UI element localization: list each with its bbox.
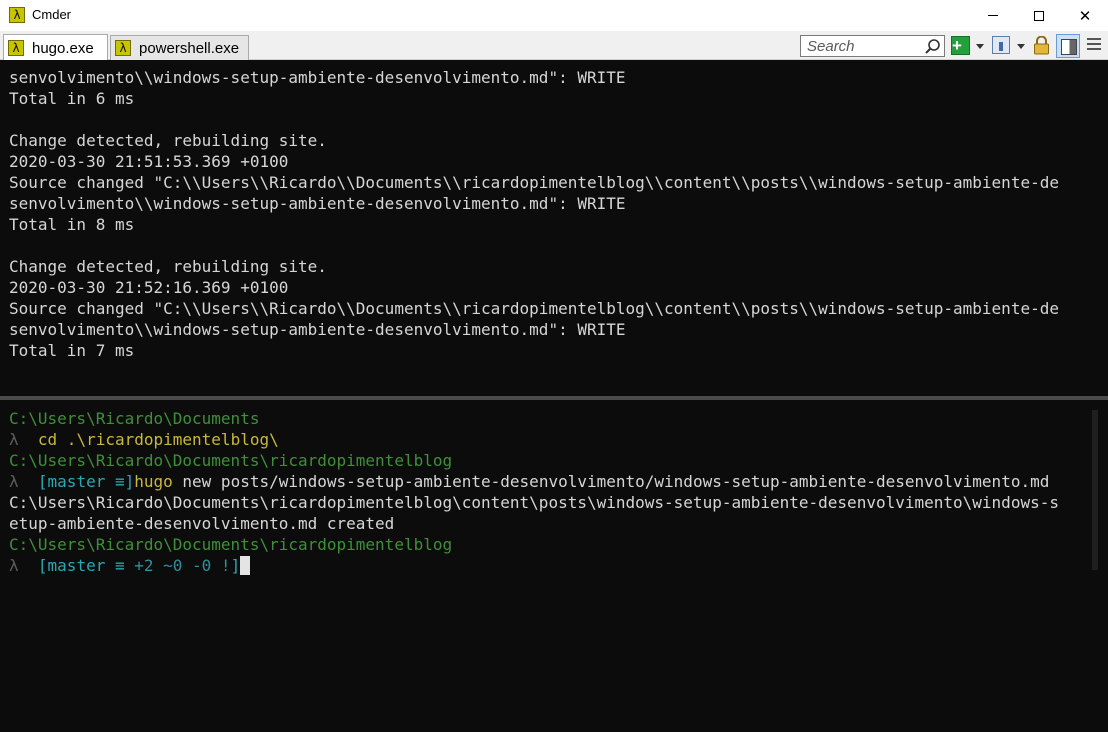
cmder-lambda-icon: λ [9, 7, 25, 23]
tab-label: powershell.exe [139, 39, 240, 57]
output-line: Total in 6 ms [9, 89, 135, 108]
prompt-path: C:\Users\Ricardo\Documents [9, 409, 260, 428]
lambda-icon: λ [115, 40, 131, 56]
close-icon: ✕ [1078, 6, 1092, 25]
output-line: senvolvimento\\windows-setup-ambiente-de… [9, 68, 626, 87]
maximize-button[interactable] [1016, 0, 1062, 31]
terminal-pane-top[interactable]: senvolvimento\\windows-setup-ambiente-de… [0, 60, 1108, 396]
output-line: Source changed "C:\\Users\\Ricardo\\Docu… [9, 173, 1059, 192]
scrollbar[interactable] [1092, 410, 1098, 570]
search-input[interactable] [801, 36, 919, 56]
command-line: λ [master ≡ +2 ~0 -0 !] [9, 555, 251, 576]
command-args: new posts/windows-setup-ambiente-desenvo… [172, 472, 1050, 491]
output-line: Total in 7 ms [9, 341, 135, 360]
text-cursor [240, 556, 251, 575]
output-line: C:\Users\Ricardo\Documents\ricardopiment… [9, 493, 1059, 512]
minimize-icon [988, 15, 998, 16]
git-status: +2 ~0 -0 ! [134, 556, 231, 575]
window-list-icon[interactable] [992, 36, 1010, 54]
tab-bar: λ hugo.exe λ powershell.exe + [0, 31, 1108, 61]
output-line: Change detected, rebuilding site. [9, 131, 327, 150]
prompt-symbol: λ [9, 472, 19, 491]
prompt-symbol: λ [9, 556, 19, 575]
split-panel-icon[interactable] [1056, 34, 1080, 58]
git-branch-close: ] [230, 556, 241, 575]
search-box [800, 35, 945, 57]
git-branch: [master ≡ [37, 556, 135, 575]
chevron-down-icon[interactable] [1017, 44, 1025, 49]
tab-hugo[interactable]: λ hugo.exe [3, 34, 108, 61]
command-text: cd .\ricardopimentelblog\ [37, 430, 279, 449]
output-line: senvolvimento\\windows-setup-ambiente-de… [9, 194, 626, 213]
maximize-icon [1034, 10, 1044, 21]
lock-icon[interactable] [1033, 36, 1050, 55]
output-line: etup-ambiente-desenvolvimento.md created [9, 514, 395, 533]
command-program: hugo [134, 472, 173, 491]
prompt-path: C:\Users\Ricardo\Documents\ricardopiment… [9, 451, 453, 470]
prompt-path: C:\Users\Ricardo\Documents\ricardopiment… [9, 535, 453, 554]
output-line: senvolvimento\\windows-setup-ambiente-de… [9, 320, 626, 339]
output-line: Source changed "C:\\Users\\Ricardo\\Docu… [9, 299, 1059, 318]
output-line: Total in 8 ms [9, 215, 135, 234]
command-line: λ cd .\ricardopimentelblog\ [9, 429, 279, 450]
new-console-plus-icon[interactable]: + [951, 36, 970, 55]
prompt-symbol: λ [9, 430, 19, 449]
lambda-icon: λ [8, 40, 24, 56]
menu-icon[interactable] [1086, 36, 1102, 52]
tab-label: hugo.exe [32, 39, 94, 57]
output-line: 2020-03-30 21:51:53.369 +0100 [9, 152, 289, 171]
output-line: Change detected, rebuilding site. [9, 257, 327, 276]
close-button[interactable]: ✕ [1062, 0, 1108, 31]
title-bar: λ Cmder ✕ [0, 0, 1108, 31]
terminal-pane-bottom[interactable]: C:\Users\Ricardo\Documents λ cd .\ricard… [0, 400, 1108, 732]
git-branch: [master ≡] [37, 472, 135, 491]
window-title: Cmder [32, 7, 72, 22]
output-line: 2020-03-30 21:52:16.369 +0100 [9, 278, 289, 297]
search-icon[interactable] [924, 38, 941, 55]
tab-powershell[interactable]: λ powershell.exe [110, 35, 249, 60]
command-line: λ [master ≡]hugo new posts/windows-setup… [9, 471, 1049, 492]
chevron-down-icon[interactable] [976, 44, 984, 49]
minimize-button[interactable] [970, 0, 1016, 31]
